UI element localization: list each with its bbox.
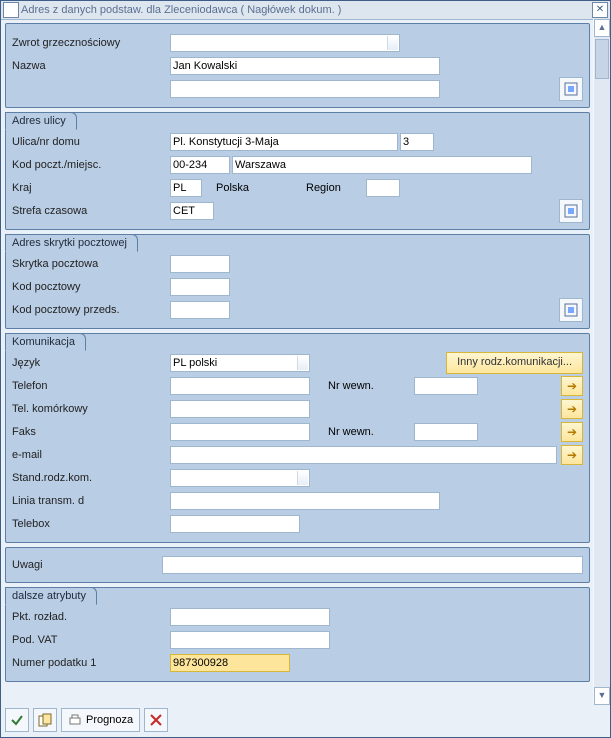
email-label: e-mail <box>12 449 170 461</box>
greeting-input[interactable] <box>170 34 400 52</box>
country-name-text: Polska <box>216 182 306 194</box>
lang-label: Język <box>12 357 170 369</box>
mobile-input[interactable] <box>170 400 310 418</box>
house-no-input[interactable] <box>400 133 434 151</box>
tab-further: dalsze atrybuty <box>5 587 97 605</box>
telebox-input[interactable] <box>170 515 300 533</box>
street-input[interactable] <box>170 133 398 151</box>
tab-comm: Komunikacja <box>5 333 86 351</box>
phone-ext-input[interactable] <box>414 377 478 395</box>
fax-input[interactable] <box>170 423 310 441</box>
group-comm: Komunikacja Język Inny rodz.komunikacji.… <box>5 333 590 543</box>
pobox-input[interactable] <box>170 255 230 273</box>
fax-ext-label: Nr wewn. <box>328 426 414 438</box>
cancel-button[interactable] <box>144 708 168 732</box>
window: Adres z danych podstaw. dla Zleceniodawc… <box>0 0 611 738</box>
expand-icon <box>564 204 578 218</box>
unload-label: Pkt. rozład. <box>12 611 170 623</box>
tab-pobox: Adres skrytki pocztowej <box>5 234 138 252</box>
lang-input[interactable] <box>170 354 310 372</box>
telebox-label: Telebox <box>12 518 170 530</box>
remarks-label: Uwagi <box>12 559 162 571</box>
window-title: Adres z danych podstaw. dla Zleceniodawc… <box>21 1 590 19</box>
email-more-button[interactable]: ➔ <box>561 445 583 465</box>
expand-icon <box>564 303 578 317</box>
country-label: Kraj <box>12 182 170 194</box>
group-further: dalsze atrybuty Pkt. rozład. Pod. VAT Nu… <box>5 587 590 682</box>
phone-ext-label: Nr wewn. <box>328 380 414 392</box>
phone-input[interactable] <box>170 377 310 395</box>
window-icon <box>3 2 19 18</box>
expand-icon <box>564 82 578 96</box>
unload-input[interactable] <box>170 608 330 626</box>
phone-more-button[interactable]: ➔ <box>561 376 583 396</box>
toolbar: Prognoza <box>5 707 606 733</box>
scrollbar-vertical[interactable]: ▲ ▼ <box>593 19 610 705</box>
postal-input[interactable] <box>170 156 230 174</box>
city-input[interactable] <box>232 156 532 174</box>
group-remarks: Uwagi <box>5 547 590 583</box>
other-comm-button[interactable]: Inny rodz.komunikacji... <box>446 352 583 374</box>
check-icon <box>10 713 24 727</box>
fax-label: Faks <box>12 426 170 438</box>
tax1-input[interactable] <box>170 654 290 672</box>
group-address: Adres ulicy Ulica/nr domu Kod poczt./mie… <box>5 112 590 230</box>
line-input[interactable] <box>170 492 440 510</box>
prognoza-button[interactable]: Prognoza <box>61 708 140 732</box>
postal-label: Kod poczt./miejsc. <box>12 159 170 171</box>
scroll-up-icon[interactable]: ▲ <box>594 19 610 37</box>
line-label: Linia transm. d <box>12 495 170 507</box>
mobile-label: Tel. komórkowy <box>12 403 170 415</box>
print-icon <box>68 713 82 727</box>
std-label: Stand.rodz.kom. <box>12 472 170 484</box>
company-postal-label: Kod pocztowy przeds. <box>12 304 170 316</box>
titlebar: Adres z danych podstaw. dla Zleceniodawc… <box>1 1 610 20</box>
greeting-label: Zwrot grzecznościowy <box>12 37 170 49</box>
fax-more-button[interactable]: ➔ <box>561 422 583 442</box>
std-input[interactable] <box>170 469 310 487</box>
fax-ext-input[interactable] <box>414 423 478 441</box>
copy-icon <box>38 713 52 727</box>
region-label: Region <box>306 182 366 194</box>
pobox-postal-input[interactable] <box>170 278 230 296</box>
pobox-label: Skrytka pocztowa <box>12 258 170 270</box>
email-input[interactable] <box>170 446 557 464</box>
cancel-icon <box>150 714 162 726</box>
group-greeting: Zwrot grzecznościowy Nazwa <box>5 23 590 108</box>
close-icon[interactable]: ✕ <box>592 2 608 18</box>
name-input[interactable] <box>170 57 440 75</box>
tab-address: Adres ulicy <box>5 112 77 130</box>
remarks-input[interactable] <box>162 556 583 574</box>
pobox-more-button[interactable] <box>559 298 583 322</box>
name-label: Nazwa <box>12 60 170 72</box>
tz-label: Strefa czasowa <box>12 205 170 217</box>
phone-label: Telefon <box>12 380 170 392</box>
scroll-thumb[interactable] <box>595 39 609 79</box>
scroll-down-icon[interactable]: ▼ <box>594 687 610 705</box>
group-pobox: Adres skrytki pocztowej Skrytka pocztowa… <box>5 234 590 329</box>
region-input[interactable] <box>366 179 400 197</box>
more-button[interactable] <box>559 77 583 101</box>
content: Zwrot grzecznościowy Nazwa Adres ulicy U… <box>5 23 590 701</box>
country-code-input[interactable] <box>170 179 202 197</box>
vat-label: Pod. VAT <box>12 634 170 646</box>
pobox-postal-label: Kod pocztowy <box>12 281 170 293</box>
mobile-more-button[interactable]: ➔ <box>561 399 583 419</box>
company-postal-input[interactable] <box>170 301 230 319</box>
ok-button[interactable] <box>5 708 29 732</box>
tax1-label: Numer podatku 1 <box>12 657 170 669</box>
vat-input[interactable] <box>170 631 330 649</box>
copy-button[interactable] <box>33 708 57 732</box>
address-more-button[interactable] <box>559 199 583 223</box>
name2-input[interactable] <box>170 80 440 98</box>
prognoza-label: Prognoza <box>86 714 133 726</box>
tz-input[interactable] <box>170 202 214 220</box>
street-label: Ulica/nr domu <box>12 136 170 148</box>
